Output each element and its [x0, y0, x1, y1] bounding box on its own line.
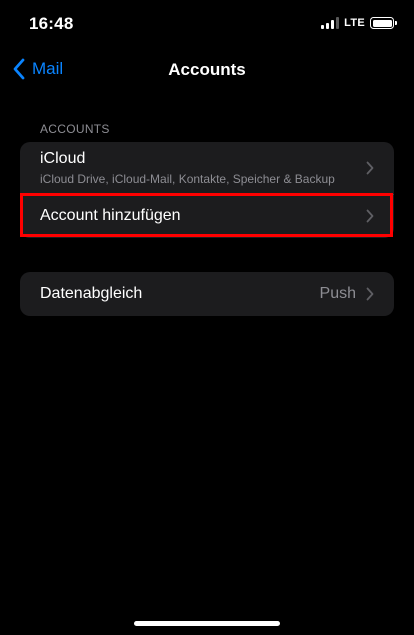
status-indicators: LTE: [321, 17, 397, 29]
screen: 16:48 LTE Mail Accounts ACCOUNTS iCloud …: [0, 0, 414, 635]
chevron-right-icon: [366, 287, 374, 301]
icloud-subtitle: iCloud Drive, iCloud-Mail, Kontakte, Spe…: [40, 172, 335, 186]
network-type: LTE: [344, 17, 365, 29]
add-account-title: Account hinzufügen: [40, 207, 181, 224]
icloud-account-row[interactable]: iCloud iCloud Drive, iCloud-Mail, Kontak…: [20, 142, 394, 194]
page-title: Accounts: [168, 60, 246, 79]
add-account-row[interactable]: Account hinzufügen: [20, 194, 394, 238]
navigation-bar: Mail Accounts: [0, 52, 414, 88]
chevron-right-icon: [366, 161, 374, 175]
chevron-right-icon: [366, 209, 374, 223]
icloud-title: iCloud: [40, 150, 86, 167]
battery-cap: [395, 21, 397, 25]
cellular-signal-icon: [321, 17, 340, 29]
home-indicator[interactable]: [134, 621, 280, 626]
accounts-list: iCloud iCloud Drive, iCloud-Mail, Kontak…: [20, 142, 394, 238]
battery-level-fill: [372, 19, 392, 27]
status-bar: 16:48 LTE: [0, 0, 414, 48]
fetch-new-data-value: Push: [319, 285, 356, 302]
battery-icon: [370, 17, 397, 29]
fetch-new-data-title: Datenabgleich: [40, 285, 143, 302]
fetch-new-data-row[interactable]: Datenabgleich Push: [20, 272, 394, 316]
sync-list: Datenabgleich Push: [20, 272, 394, 316]
accounts-section-header: ACCOUNTS: [40, 122, 110, 136]
status-time: 16:48: [29, 14, 74, 33]
